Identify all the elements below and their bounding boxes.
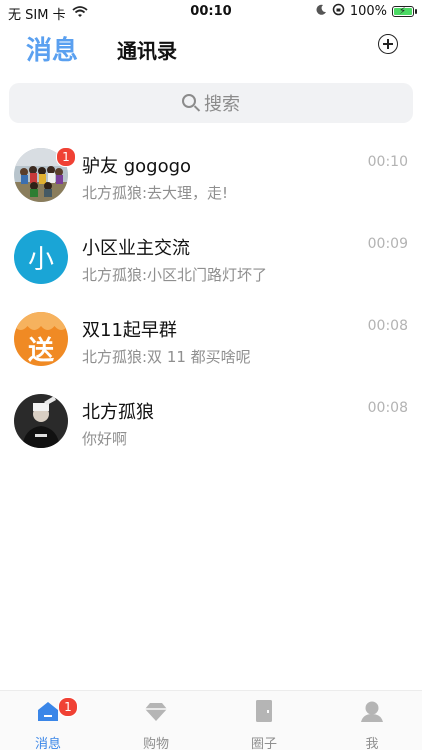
conversation-row-double11[interactable]: 送 双11起早群 北方孤狼:双 11 都买啥呢 00:08	[0, 296, 422, 378]
tabbar-circle[interactable]: 圈子	[224, 691, 304, 750]
tab-label: 圈子	[250, 737, 277, 750]
door-icon	[252, 699, 276, 723]
rotation-lock-icon	[332, 3, 345, 20]
screen: 无 SIM 卡 00:10 100% ⚡ 消息 通讯录 搜索 1 驴友 gogo…	[0, 0, 422, 750]
tab-contacts[interactable]: 通讯录	[117, 35, 177, 64]
tab-messages[interactable]: 消息	[26, 30, 78, 67]
tab-label: 消息	[34, 737, 61, 750]
avatar-letter: 送	[27, 336, 54, 366]
diamond-icon	[144, 699, 168, 723]
conversation-time: 00:08	[367, 400, 408, 416]
avatar	[14, 394, 68, 448]
conversation-row-wolf[interactable]: 北方孤狼 你好啊 00:08	[0, 378, 422, 460]
conversation-title: 小区业主交流	[82, 238, 190, 259]
tab-label: 购物	[142, 737, 169, 750]
conversation-row-community[interactable]: 小 小区业主交流 北方孤狼:小区北门路灯坏了 00:09	[0, 214, 422, 296]
moon-icon	[315, 4, 327, 20]
conversation-time: 00:10	[367, 154, 408, 170]
conversation-preview: 北方孤狼:小区北门路灯坏了	[82, 266, 268, 284]
unread-badge: 1	[56, 147, 76, 167]
bottom-tab-bar: 1 消息 购物 圈子 我	[0, 690, 422, 750]
tabbar-messages[interactable]: 1 消息	[8, 691, 88, 750]
tabbar-me[interactable]: 我	[332, 691, 412, 750]
conversation-list: 1 驴友 gogogo 北方孤狼:去大理，走! 00:10 小 小区业主交流 北…	[0, 132, 422, 460]
status-right: 100% ⚡	[315, 3, 417, 20]
conversation-title: 双11起早群	[82, 320, 177, 341]
conversation-preview: 北方孤狼:双 11 都买啥呢	[82, 348, 251, 366]
search-bar[interactable]: 搜索	[9, 83, 413, 123]
conversation-time: 00:08	[367, 318, 408, 334]
tabbar-shopping[interactable]: 购物	[116, 691, 196, 750]
search-icon	[182, 94, 196, 108]
avatar: 小	[14, 230, 68, 284]
tab-badge: 1	[58, 697, 78, 717]
avatar-letter: 小	[27, 244, 54, 275]
conversation-preview: 你好啊	[82, 430, 128, 448]
header: 消息 通讯录	[0, 24, 422, 68]
battery-icon: ⚡	[392, 6, 417, 17]
tab-label: 我	[365, 737, 379, 750]
status-bar: 无 SIM 卡 00:10 100% ⚡	[0, 0, 422, 24]
avatar: 送	[14, 312, 68, 366]
conversation-time: 00:09	[367, 236, 408, 252]
message-house-icon	[36, 699, 60, 723]
search-placeholder: 搜索	[204, 94, 240, 115]
person-icon	[360, 699, 384, 723]
battery-percent: 100%	[349, 4, 387, 19]
conversation-title: 驴友 gogogo	[82, 156, 192, 177]
plus-circle-icon[interactable]	[378, 34, 398, 54]
conversation-title: 北方孤狼	[82, 402, 154, 423]
conversation-preview: 北方孤狼:去大理，走!	[82, 184, 229, 202]
conversation-row-group-travel[interactable]: 1 驴友 gogogo 北方孤狼:去大理，走! 00:10	[0, 132, 422, 214]
